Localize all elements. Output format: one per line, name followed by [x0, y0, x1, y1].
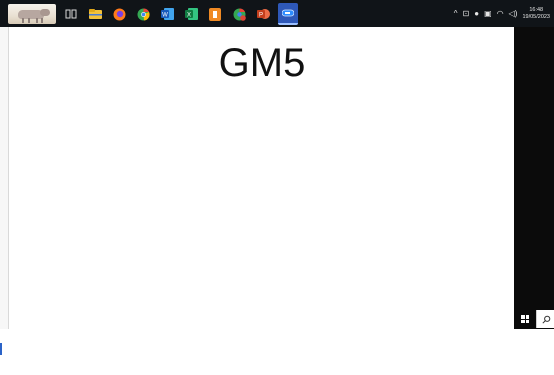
orange-app-button[interactable] — [206, 5, 224, 23]
animal-leg — [36, 18, 38, 23]
bottom-blank-area — [0, 329, 554, 375]
slide-title: GM5 — [218, 41, 306, 85]
animal-head — [40, 9, 50, 16]
task-view-icon — [65, 9, 77, 19]
start-button[interactable] — [516, 310, 534, 328]
svg-text:W: W — [162, 12, 168, 18]
word-icon: W — [160, 8, 174, 20]
slide-canvas[interactable]: GM5 — [8, 27, 515, 329]
zoom-button[interactable] — [278, 3, 298, 25]
animal-leg — [41, 18, 43, 23]
chrome-icon — [137, 7, 150, 20]
clock[interactable]: 16:48 19/05/2023 — [522, 7, 550, 21]
display-icon[interactable]: ▣ — [484, 9, 492, 18]
blue-edge-marker — [0, 343, 2, 355]
animal-leg — [28, 18, 30, 23]
taskbar: W X P ^ ⊡ ● ▣ ◠ ◁) 16:48 19/05/2023 — [0, 0, 554, 27]
orange-app-icon — [209, 7, 221, 21]
excel-button[interactable]: X — [182, 5, 200, 23]
chrome-button[interactable] — [134, 5, 152, 23]
firefox-icon — [113, 8, 125, 20]
right-side-strip — [514, 27, 554, 329]
search-icon — [541, 315, 550, 324]
chrome-profile-button[interactable] — [230, 5, 248, 23]
task-view-button[interactable] — [62, 5, 80, 23]
zoom-icon — [282, 9, 294, 17]
file-explorer-button[interactable] — [86, 5, 104, 23]
system-tray: ^ ⊡ ● ▣ ◠ ◁) 16:48 19/05/2023 — [454, 0, 550, 27]
speaker-icon[interactable]: ◁) — [509, 9, 518, 18]
wifi-icon[interactable]: ◠ — [497, 9, 504, 18]
show-hidden-icons-chevron[interactable]: ^ — [454, 9, 458, 18]
chrome-profile-icon — [233, 7, 246, 21]
search-button[interactable] — [536, 310, 554, 328]
svg-text:X: X — [186, 12, 190, 18]
wallpaper-thumbnail[interactable] — [8, 4, 56, 24]
taskbar-apps: W X P — [8, 3, 298, 25]
powerpoint-icon: P — [256, 9, 270, 19]
svg-text:P: P — [258, 12, 262, 18]
windows-logo-icon — [521, 315, 529, 323]
clock-date: 19/05/2023 — [522, 13, 550, 20]
word-button[interactable]: W — [158, 5, 176, 23]
excel-icon: X — [184, 8, 198, 20]
meet-now-icon[interactable]: ⊡ — [463, 9, 470, 18]
animal-leg — [22, 18, 24, 23]
firefox-button[interactable] — [110, 5, 128, 23]
microphone-icon[interactable]: ● — [474, 9, 479, 18]
folder-icon — [88, 9, 102, 19]
clock-time: 16:48 — [529, 6, 544, 13]
powerpoint-button[interactable]: P — [254, 5, 272, 23]
